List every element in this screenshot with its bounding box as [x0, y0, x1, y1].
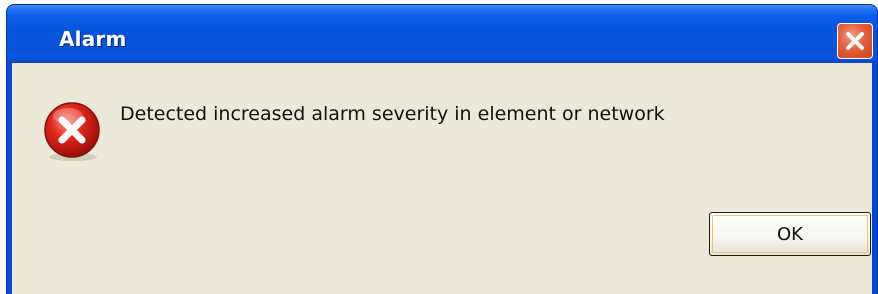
close-icon: [846, 32, 864, 50]
dialog-body: Detected increased alarm severity in ele…: [12, 63, 872, 294]
close-button[interactable]: [837, 23, 873, 59]
alarm-dialog-window: Alarm Detected increased alarm severity …: [6, 4, 878, 294]
error-icon: [44, 102, 100, 161]
title-bar[interactable]: Alarm: [7, 5, 877, 63]
ok-button[interactable]: OK: [709, 212, 871, 256]
alarm-message: Detected increased alarm severity in ele…: [120, 103, 665, 125]
window-title: Alarm: [59, 27, 127, 51]
